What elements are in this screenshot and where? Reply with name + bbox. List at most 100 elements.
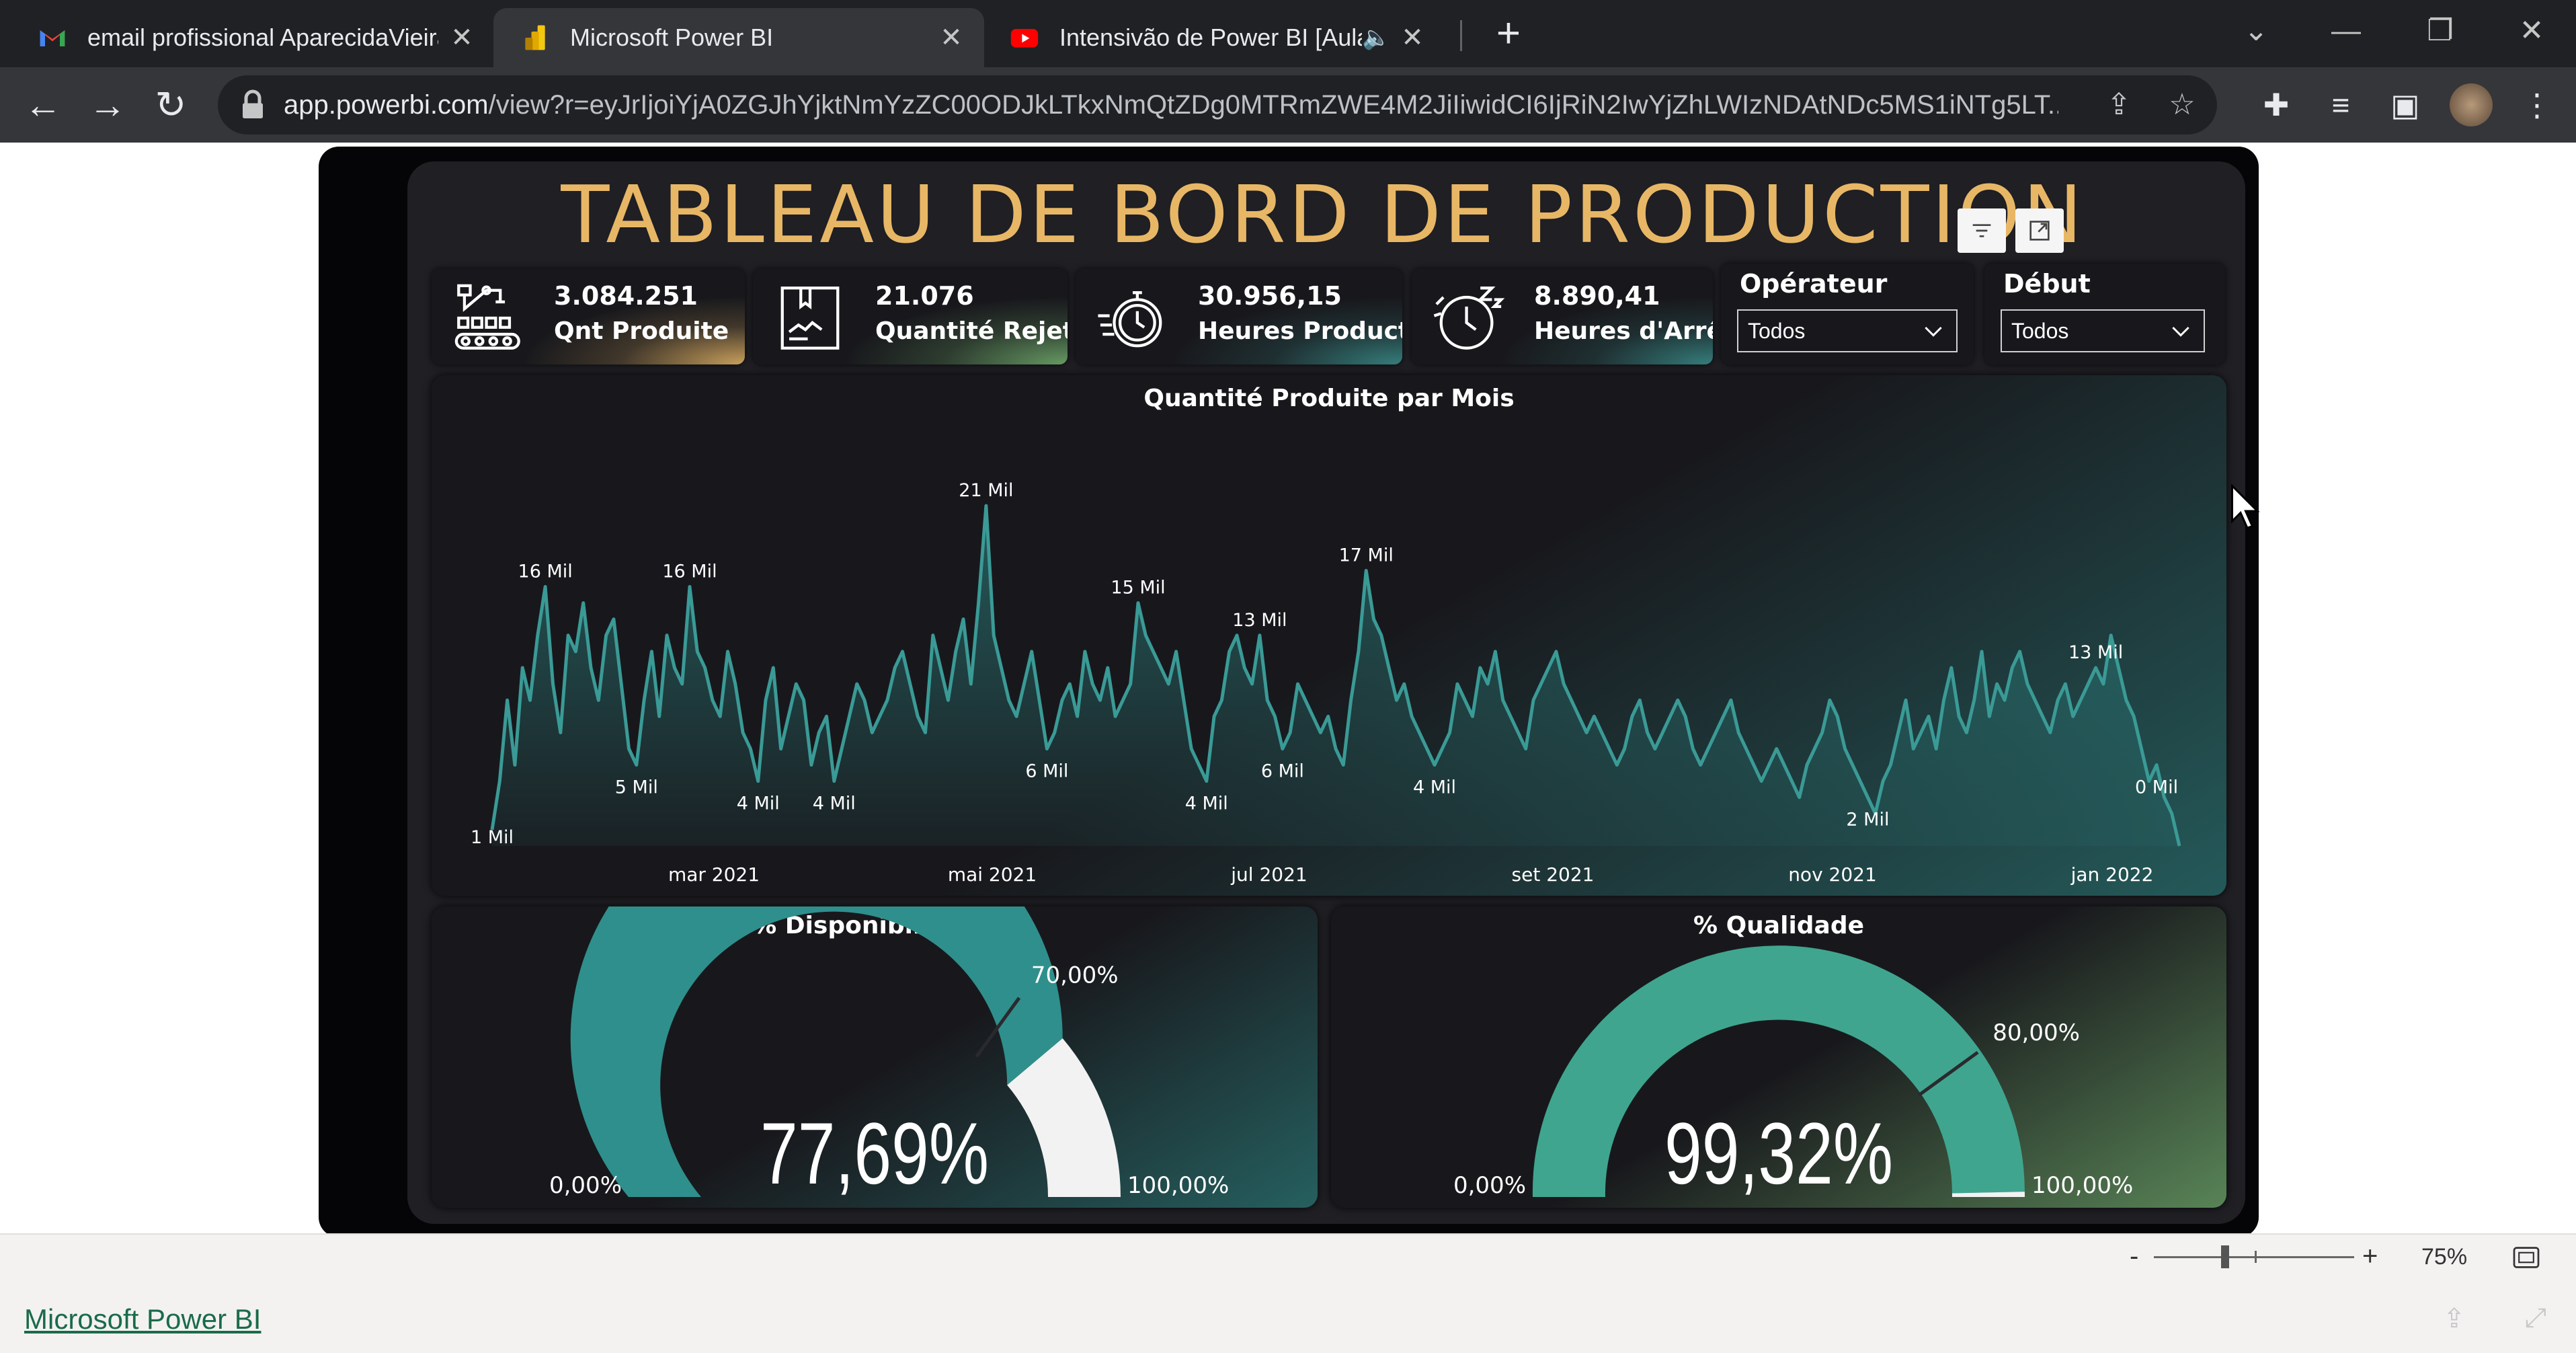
profile-avatar[interactable] — [2450, 83, 2493, 126]
page-content: TABLEAU DE BORD DE PRODUCTION 3.084.251 — [0, 143, 2576, 1237]
data-label: 6 Mil — [1261, 761, 1304, 781]
dropdown-value: Todos — [1748, 319, 1806, 343]
data-label: 0 Mil — [2135, 777, 2178, 798]
bookmark-star-icon[interactable]: ☆ — [2162, 85, 2202, 125]
sleep-clock-icon — [1433, 286, 1505, 350]
gauge-target-label: 80,00% — [1993, 1019, 2080, 1046]
data-label: 2 Mil — [1846, 810, 1889, 830]
data-label: 6 Mil — [1025, 761, 1068, 781]
robot-arm-icon — [454, 284, 520, 350]
operateur-dropdown[interactable]: Todos — [1737, 309, 1958, 352]
gauge-min-label: 0,00% — [549, 1172, 622, 1199]
lock-icon[interactable] — [233, 85, 273, 125]
zoom-slider-handle[interactable] — [2221, 1245, 2229, 1268]
kpi-card-qnt-produite[interactable]: 3.084.251 Qnt Produite — [432, 269, 745, 364]
x-tick-label: jul 2021 — [1230, 863, 1307, 886]
reload-icon[interactable]: ↻ — [151, 85, 191, 125]
browser-tab-bar: email profissional AparecidaVieira ✕ Mic… — [0, 0, 2576, 67]
area-chart: mar 2021 mai 2021 jul 2021 set 2021 nov 2021… — [471, 480, 2181, 886]
slicer-title: Début — [2003, 269, 2091, 299]
more-menu-icon[interactable]: ⋮ — [2517, 85, 2557, 125]
chart-card-quantite-produite[interactable]: Quantité Produite par Mois mar 2021 mai 2… — [432, 375, 2226, 896]
url-text[interactable]: app.powerbi.com/view?r=eyJrIjoiYjA0ZGJhY… — [284, 75, 2058, 134]
kpi-label: Qnt Produite — [554, 317, 729, 345]
zoom-slider-tick — [2255, 1251, 2257, 1263]
rejected-box-icon — [780, 286, 840, 350]
kpi-value: 30.956,15 — [1198, 281, 1342, 311]
gauge-target-label: 70,00% — [1031, 962, 1119, 989]
gauge-disponibilidade: 70,00% 0,00% 100,00% 77,69% — [549, 906, 1229, 1202]
focus-mode-icon[interactable] — [2015, 208, 2064, 253]
data-label: 4 Mil — [737, 794, 780, 814]
minimize-window-button[interactable]: — — [2319, 9, 2373, 52]
kpi-card-heures-arret[interactable]: 8.890,41 Heures d'Arrêt — [1412, 269, 1713, 364]
kpi-value: 3.084.251 — [554, 281, 698, 311]
gauge-max-label: 100,00% — [1127, 1172, 1229, 1199]
zoom-slider[interactable] — [2154, 1245, 2354, 1268]
kpi-label: Heures Production — [1198, 317, 1402, 345]
data-label: 1 Mil — [471, 827, 514, 848]
debut-dropdown[interactable]: Todos — [2001, 309, 2205, 352]
media-queue-icon[interactable]: ≡ — [2321, 85, 2361, 125]
kpi-value: 8.890,41 — [1534, 281, 1660, 311]
share-icon[interactable]: ⇪ — [2443, 1303, 2466, 1334]
zoom-in-button[interactable]: + — [2362, 1241, 2378, 1272]
close-tab-icon[interactable]: ✕ — [445, 21, 479, 54]
speaker-icon[interactable]: 🔈 — [1362, 24, 1390, 51]
gauge-value-label: 99,32% — [1664, 1104, 1893, 1202]
kpi-card-quantite-rejetee[interactable]: 21.076 Quantité Rejetée — [753, 269, 1068, 364]
side-panel-icon[interactable]: ▣ — [2385, 85, 2425, 125]
data-label: 13 Mil — [1232, 610, 1287, 631]
zoom-level: 75% — [2421, 1244, 2468, 1270]
close-tab-icon[interactable]: ✕ — [934, 21, 968, 54]
powerbi-footer-link[interactable]: Microsoft Power BI — [24, 1303, 261, 1336]
tab-title: email profissional AparecidaVieira — [87, 24, 438, 51]
report-frame: TABLEAU DE BORD DE PRODUCTION 3.084.251 — [319, 147, 2259, 1237]
tab-powerbi[interactable]: Microsoft Power BI ✕ — [493, 8, 984, 67]
report-status-bar: - + 75% — [0, 1233, 2576, 1279]
x-tick-label: mar 2021 — [668, 863, 760, 886]
close-tab-icon[interactable]: ✕ — [1396, 21, 1429, 54]
powerbi-icon — [525, 25, 545, 50]
gauge-qualidade: 80,00% 0,00% 100,00% 99,32% — [1453, 945, 2133, 1202]
youtube-icon — [1010, 29, 1039, 48]
extensions-puzzle-icon[interactable]: ✚ — [2256, 85, 2296, 125]
address-bar[interactable]: app.powerbi.com/view?r=eyJrIjoiYjA0ZGJhY… — [218, 75, 2217, 134]
tab-youtube[interactable]: Intensivão de Power BI [Aula 🔈 ✕ — [983, 8, 1453, 67]
share-icon[interactable]: ⇪ — [2099, 85, 2139, 125]
gauge-min-label: 0,00% — [1453, 1172, 1526, 1199]
gauge-max-label: 100,00% — [2031, 1172, 2133, 1199]
tab-search-chevron-icon[interactable]: ⌄ — [2229, 9, 2283, 52]
forward-arrow-icon[interactable]: → — [87, 85, 128, 125]
data-label: 13 Mil — [2068, 642, 2123, 663]
fullscreen-icon[interactable]: ⤢ — [2525, 1303, 2546, 1333]
x-tick-label: nov 2021 — [1788, 863, 1877, 886]
fit-to-page-icon[interactable] — [2511, 1245, 2541, 1270]
gauge-value-label: 77,69% — [760, 1104, 989, 1202]
data-label: 4 Mil — [813, 794, 856, 814]
slicer-operateur: Opérateur Todos — [1721, 264, 1974, 364]
x-tick-label: set 2021 — [1512, 863, 1595, 886]
gauge-card-disponibilidade[interactable]: % Disponibilidade 70,00% 0,00% 100,00% 77,6… — [432, 906, 1318, 1208]
restore-window-button[interactable]: ❐ — [2413, 9, 2467, 52]
data-label: 21 Mil — [959, 480, 1013, 501]
gauge-card-qualidade[interactable]: % Qualidade 80,00% 0,00% 100,00% 99,32% — [1331, 906, 2226, 1208]
kpi-card-heures-production[interactable]: 30.956,15 Heures Production — [1076, 269, 1402, 364]
data-label: 15 Mil — [1111, 578, 1165, 598]
new-tab-button[interactable]: + — [1488, 13, 1529, 55]
zoom-out-button[interactable]: - — [2130, 1241, 2138, 1272]
stopwatch-icon — [1098, 291, 1162, 348]
tab-gmail[interactable]: email profissional AparecidaVieira ✕ — [11, 8, 495, 67]
x-tick-label: mai 2021 — [948, 863, 1037, 886]
gmail-icon — [40, 30, 65, 46]
data-label: 16 Mil — [662, 562, 717, 582]
data-label: 5 Mil — [615, 777, 658, 798]
tab-title: Microsoft Power BI — [570, 24, 774, 51]
mouse-cursor-icon — [2231, 484, 2260, 529]
filter-icon[interactable] — [1958, 208, 2006, 253]
back-arrow-icon[interactable]: ← — [23, 85, 63, 125]
slicer-title: Opérateur — [1740, 269, 1888, 299]
close-window-button[interactable]: ✕ — [2505, 9, 2559, 52]
x-tick-label: jan 2022 — [2070, 863, 2154, 886]
page-footer: Microsoft Power BI ⇪ ⤢ — [0, 1279, 2576, 1353]
